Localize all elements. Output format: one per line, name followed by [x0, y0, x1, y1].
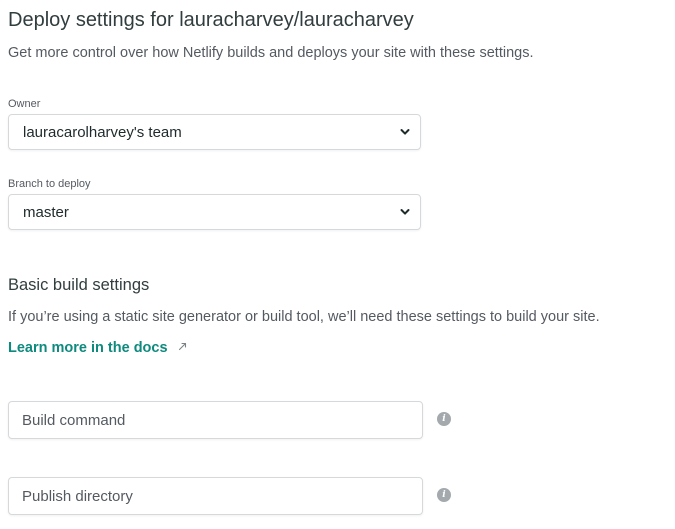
owner-label: Owner: [8, 98, 41, 110]
branch-label: Branch to deploy: [8, 178, 91, 190]
basic-build-settings-heading: Basic build settings: [8, 276, 150, 294]
build-command-input[interactable]: [8, 401, 423, 439]
page-title: Deploy settings for lauracharvey/laurach…: [8, 9, 414, 31]
chevron-down-icon: [400, 129, 410, 135]
branch-select-value: master: [23, 204, 69, 221]
owner-select[interactable]: lauracarolharvey's team: [8, 114, 421, 150]
publish-directory-input[interactable]: [8, 477, 423, 515]
info-icon[interactable]: i: [437, 412, 451, 426]
page-subtitle: Get more control over how Netlify builds…: [8, 45, 534, 61]
deploy-settings-page: Deploy settings for lauracharvey/laurach…: [0, 0, 675, 529]
branch-select[interactable]: master: [8, 194, 421, 230]
info-icon[interactable]: i: [437, 488, 451, 502]
basic-build-settings-description: If you’re using a static site generator …: [8, 309, 600, 325]
chevron-down-icon: [400, 209, 410, 215]
learn-more-docs-link[interactable]: Learn more in the docs: [8, 338, 187, 358]
owner-select-value: lauracarolharvey's team: [23, 124, 182, 141]
external-link-icon: [178, 342, 186, 351]
docs-link-label: Learn more in the docs: [8, 340, 168, 356]
